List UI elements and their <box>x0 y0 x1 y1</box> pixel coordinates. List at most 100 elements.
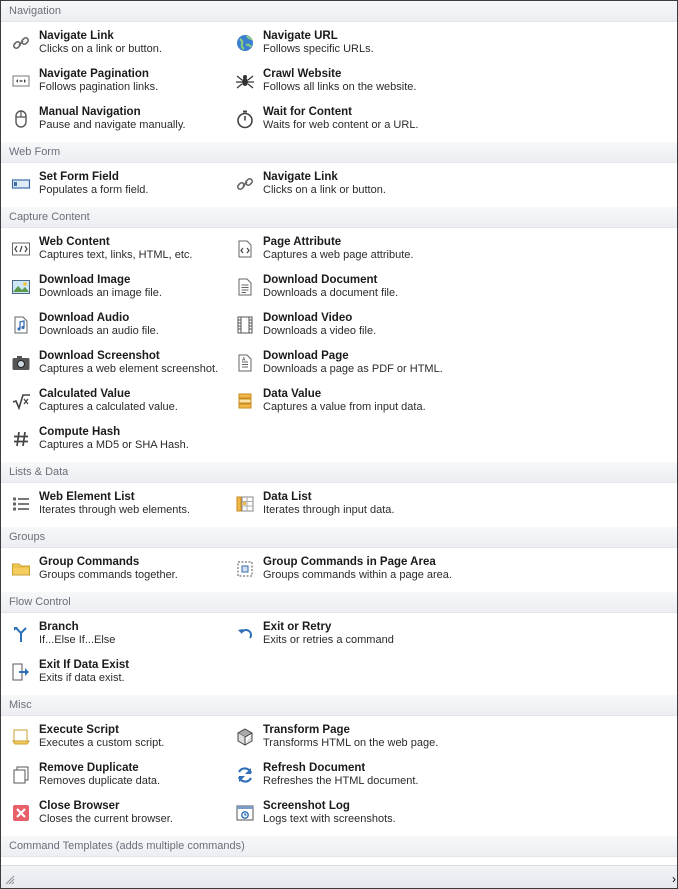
command-text: Screenshot Log Logs text with screenshots… <box>263 800 396 826</box>
command-text: Web Content Captures text, links, HTML, e… <box>39 236 192 262</box>
command-description: Captures a value from input data. <box>263 401 426 413</box>
command-page-attribute[interactable]: Page Attribute Captures a web page attrib… <box>235 230 459 268</box>
command-description: Refreshes the HTML document. <box>263 775 419 787</box>
command-download-video[interactable]: Download Video Downloads a video file. <box>235 306 459 344</box>
scroll-right-arrow-icon[interactable]: › <box>672 872 676 886</box>
command-title: Web Element List <box>39 491 135 503</box>
command-wait-for-content[interactable]: Wait for Content Waits for web content or… <box>235 100 459 138</box>
command-description: Transforms HTML on the web page. <box>263 737 439 749</box>
command-download-page[interactable]: A Download Page Downloads a page as PDF or… <box>235 344 459 382</box>
command-close-browser[interactable]: Close Browser Closes the current browser. <box>11 794 235 832</box>
command-grid: Set Form Field Populates a form field. Nav… <box>1 163 677 207</box>
command-description: Captures a web page attribute. <box>263 249 414 261</box>
command-description: Removes duplicate data. <box>39 775 161 787</box>
command-calculated-value[interactable]: Calculated Value Captures a calculated va… <box>11 382 235 420</box>
command-description: Groups commands within a page area. <box>263 569 452 581</box>
page-download-icon: A <box>235 353 255 373</box>
command-text: Manual Navigation Pause and navigate manu… <box>39 106 186 132</box>
command-description: Iterates through input data. <box>263 504 395 516</box>
section-header: Flow Control <box>1 592 677 613</box>
pagination-icon <box>11 71 31 91</box>
command-text: Refresh Document Refreshes the HTML docum… <box>263 762 419 788</box>
command-text: Remove Duplicate Removes duplicate data. <box>39 762 160 788</box>
command-web-content[interactable]: Web Content Captures text, links, HTML, e… <box>11 230 235 268</box>
exit-icon <box>11 662 31 682</box>
command-navigate-pagination[interactable]: Navigate Pagination Follows pagination li… <box>11 62 235 100</box>
command-title: Manual Navigation <box>39 106 141 118</box>
command-title: Page Attribute <box>263 236 342 248</box>
command-execute-script[interactable]: Execute Script Executes a custom script. <box>11 718 235 756</box>
command-title: Exit If Data Exist <box>39 659 130 671</box>
command-exit-or-retry[interactable]: Exit or Retry Exits or retries a command <box>235 615 459 653</box>
command-navigate-link[interactable]: Navigate Link Clicks on a link or button. <box>235 165 459 203</box>
command-manual-navigation[interactable]: Manual Navigation Pause and navigate manu… <box>11 100 235 138</box>
script-icon <box>11 727 31 747</box>
command-title: Download Page <box>263 350 349 362</box>
command-title: Refresh Document <box>263 762 366 774</box>
command-set-form-field[interactable]: Set Form Field Populates a form field. <box>11 165 235 203</box>
close-icon <box>11 803 31 823</box>
folder-icon <box>11 559 31 579</box>
command-grid: Group Commands Groups commands together. G… <box>1 548 677 592</box>
square-root-icon <box>11 391 31 411</box>
link-icon <box>235 174 255 194</box>
command-text: Download Screenshot Captures a web elemen… <box>39 350 218 376</box>
command-compute-hash[interactable]: Compute Hash Captures a MD5 or SHA Hash. <box>11 420 235 458</box>
command-text: Web Element List Iterates through web ele… <box>39 491 190 517</box>
command-transform-page[interactable]: Transform Page Transforms HTML on the web… <box>235 718 459 756</box>
command-grid: Navigate Link Clicks on a link or button.… <box>1 22 677 142</box>
branch-icon <box>11 624 31 644</box>
command-data-value[interactable]: Data Value Captures a value from input da… <box>235 382 459 420</box>
code-document-icon <box>235 239 255 259</box>
command-refresh-document[interactable]: Refresh Document Refreshes the HTML docum… <box>235 756 459 794</box>
command-description: Pause and navigate manually. <box>39 119 186 131</box>
command-download-image[interactable]: Download Image Downloads an image file. <box>11 268 235 306</box>
command-download-audio[interactable]: Download Audio Downloads an audio file. <box>11 306 235 344</box>
resize-grip-icon[interactable] <box>5 875 15 885</box>
command-crawl-website[interactable]: Crawl Website Follows all links on the we… <box>235 62 459 100</box>
section-header: Groups <box>1 527 677 548</box>
command-description: Downloads a document file. <box>263 287 399 299</box>
section-web-form: Web Form Set Form Field Populates a form f… <box>1 142 677 207</box>
hash-icon <box>11 429 31 449</box>
command-text: Navigate URL Follows specific URLs. <box>263 30 374 56</box>
section-header: Web Form <box>1 142 677 163</box>
command-navigate-url[interactable]: Navigate URL Follows specific URLs. <box>235 24 459 62</box>
command-list: Navigation Navigate Link Clicks on a link … <box>1 1 677 888</box>
section-groups: Groups Group Commands Groups commands toge… <box>1 527 677 592</box>
command-description: Clicks on a link or button. <box>39 43 162 55</box>
command-title: Branch <box>39 621 79 633</box>
command-branch[interactable]: Branch If...Else If...Else <box>11 615 235 653</box>
command-exit-if-data-exist[interactable]: Exit If Data Exist Exits if data exist. <box>11 653 235 691</box>
command-title: Execute Script <box>39 724 119 736</box>
command-download-screenshot[interactable]: Download Screenshot Captures a web elemen… <box>11 344 235 382</box>
data-list-icon <box>235 494 255 514</box>
retry-icon <box>235 624 255 644</box>
film-icon <box>235 315 255 335</box>
command-title: Group Commands <box>39 556 140 568</box>
command-text: Navigate Link Clicks on a link or button. <box>39 30 162 56</box>
stopwatch-icon <box>235 109 255 129</box>
list-icon <box>11 494 31 514</box>
command-download-document[interactable]: Download Document Downloads a document fi… <box>235 268 459 306</box>
command-remove-duplicate[interactable]: Remove Duplicate Removes duplicate data. <box>11 756 235 794</box>
command-data-list[interactable]: Data List Iterates through input data. <box>235 485 459 523</box>
code-tag-icon <box>11 239 31 259</box>
command-text: Set Form Field Populates a form field. <box>39 171 148 197</box>
command-screenshot-log[interactable]: Screenshot Log Logs text with screenshots… <box>235 794 459 832</box>
command-description: If...Else If...Else <box>39 634 116 646</box>
globe-icon <box>235 33 255 53</box>
command-group-commands-in-page-area[interactable]: Group Commands in Page Area Groups comman… <box>235 550 459 588</box>
command-group-commands[interactable]: Group Commands Groups commands together. <box>11 550 235 588</box>
command-navigate-link[interactable]: Navigate Link Clicks on a link or button. <box>11 24 235 62</box>
mouse-icon <box>11 109 31 129</box>
command-web-element-list[interactable]: Web Element List Iterates through web ele… <box>11 485 235 523</box>
command-description: Captures text, links, HTML, etc. <box>39 249 193 261</box>
command-text: Download Page Downloads a page as PDF or … <box>263 350 443 376</box>
command-title: Download Screenshot <box>39 350 160 362</box>
command-text: Branch If...Else If...Else <box>39 621 115 647</box>
command-description: Follows all links on the website. <box>263 81 417 93</box>
command-title: Group Commands in Page Area <box>263 556 436 568</box>
section-navigation: Navigation Navigate Link Clicks on a link … <box>1 1 677 142</box>
command-text: Download Audio Downloads an audio file. <box>39 312 159 338</box>
